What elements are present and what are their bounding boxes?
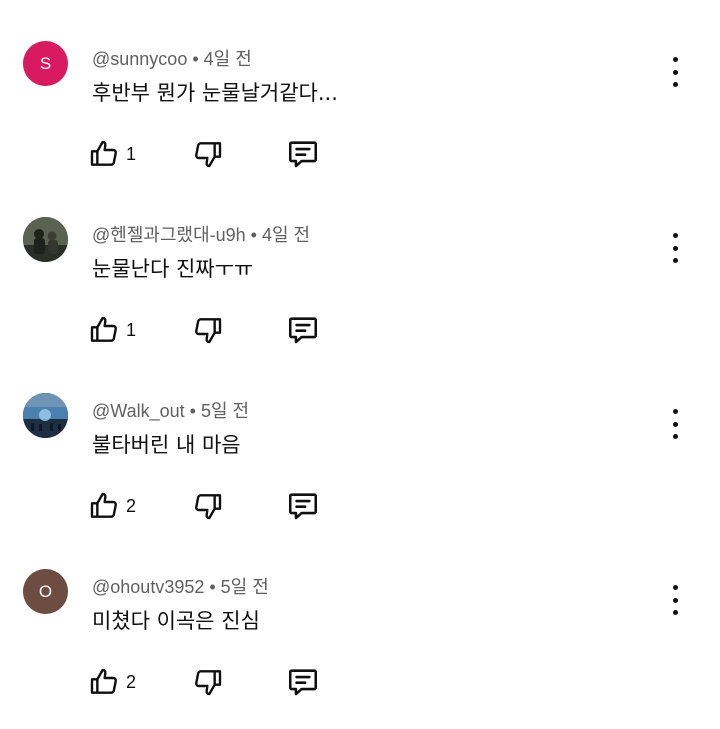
dislike-button[interactable] (192, 662, 224, 702)
avatar[interactable]: S (23, 41, 68, 86)
comment-text: 미쳤다 이곡은 진심 (92, 609, 260, 633)
reply-icon (288, 669, 318, 696)
comment-item: @헨젤과그랬대-u9h • 4일 전 눈물난다 진짜ㅜㅠ 1 (0, 201, 720, 377)
comment-time[interactable]: 5일 전 (221, 577, 269, 597)
meta-separator: • (250, 225, 257, 245)
comment-actions: 1 (88, 310, 348, 350)
dislike-button[interactable] (192, 486, 224, 526)
like-count: 1 (126, 319, 137, 340)
comment-item: @Walk_out • 5일 전 불타버린 내 마음 2 (0, 377, 720, 553)
comment-text: 눈물난다 진짜ㅜㅠ (92, 257, 254, 281)
comment-actions: 1 (88, 134, 348, 174)
reply-button[interactable] (286, 662, 320, 702)
reply-icon (288, 141, 318, 168)
more-options-button[interactable] (663, 233, 687, 263)
reply-icon (288, 317, 318, 344)
avatar[interactable]: O (23, 569, 68, 614)
like-button[interactable]: 2 (88, 662, 136, 702)
dislike-button[interactable] (192, 134, 224, 174)
like-button[interactable]: 1 (88, 310, 136, 350)
comment-author[interactable]: @Walk_out (92, 401, 185, 421)
comment-item: O @ohoutv3952 • 5일 전 미쳤다 이곡은 진심 2 (0, 553, 720, 729)
reply-button[interactable] (286, 134, 320, 174)
more-vert-icon (672, 409, 678, 414)
more-vert-icon (672, 585, 678, 590)
like-count: 2 (126, 671, 137, 692)
like-count: 2 (126, 495, 137, 516)
avatar[interactable] (23, 217, 68, 262)
comment-meta: @헨젤과그랬대-u9h • 4일 전 (92, 221, 310, 247)
more-options-button[interactable] (663, 57, 687, 87)
comment-text: 후반부 뭔가 눈물날거같다... (92, 81, 338, 105)
comment-item: S @sunnycoo • 4일 전 후반부 뭔가 눈물날거같다... 1 (0, 25, 720, 201)
comment-meta: @Walk_out • 5일 전 (92, 397, 249, 423)
like-count: 1 (126, 143, 137, 164)
comment-time[interactable]: 4일 전 (262, 225, 310, 245)
comment-meta: @sunnycoo • 4일 전 (92, 45, 252, 71)
comment-text: 불타버린 내 마음 (92, 433, 241, 457)
reply-icon (288, 493, 318, 520)
thumbs-up-icon (90, 140, 117, 166)
meta-separator: • (209, 577, 216, 597)
avatar[interactable] (23, 393, 68, 438)
comment-author[interactable]: @ohoutv3952 (92, 577, 204, 597)
like-button[interactable]: 2 (88, 486, 136, 526)
thumbs-up-icon (90, 668, 117, 694)
comment-actions: 2 (88, 486, 348, 526)
meta-separator: • (189, 401, 196, 421)
comment-actions: 2 (88, 662, 348, 702)
more-vert-icon (672, 57, 678, 62)
thumbs-down-icon (195, 494, 222, 520)
thumbs-down-icon (195, 670, 222, 696)
reply-button[interactable] (286, 486, 320, 526)
reply-button[interactable] (286, 310, 320, 350)
dislike-button[interactable] (192, 310, 224, 350)
more-options-button[interactable] (663, 585, 687, 615)
more-vert-icon (672, 233, 678, 238)
comment-meta: @ohoutv3952 • 5일 전 (92, 573, 269, 599)
meta-separator: • (192, 49, 199, 69)
avatar-letter: O (38, 581, 53, 601)
avatar-photo-icon (23, 393, 68, 438)
like-button[interactable]: 1 (88, 134, 136, 174)
thumbs-up-icon (90, 316, 117, 342)
avatar-letter: S (39, 53, 52, 73)
avatar-photo-icon (23, 217, 68, 262)
comment-author[interactable]: @헨젤과그랬대-u9h (92, 225, 246, 245)
more-options-button[interactable] (663, 409, 687, 439)
thumbs-down-icon (195, 142, 222, 168)
comment-time[interactable]: 5일 전 (201, 401, 249, 421)
comment-time[interactable]: 4일 전 (204, 49, 252, 69)
thumbs-down-icon (195, 318, 222, 344)
thumbs-up-icon (90, 492, 117, 518)
comment-author[interactable]: @sunnycoo (92, 49, 187, 69)
